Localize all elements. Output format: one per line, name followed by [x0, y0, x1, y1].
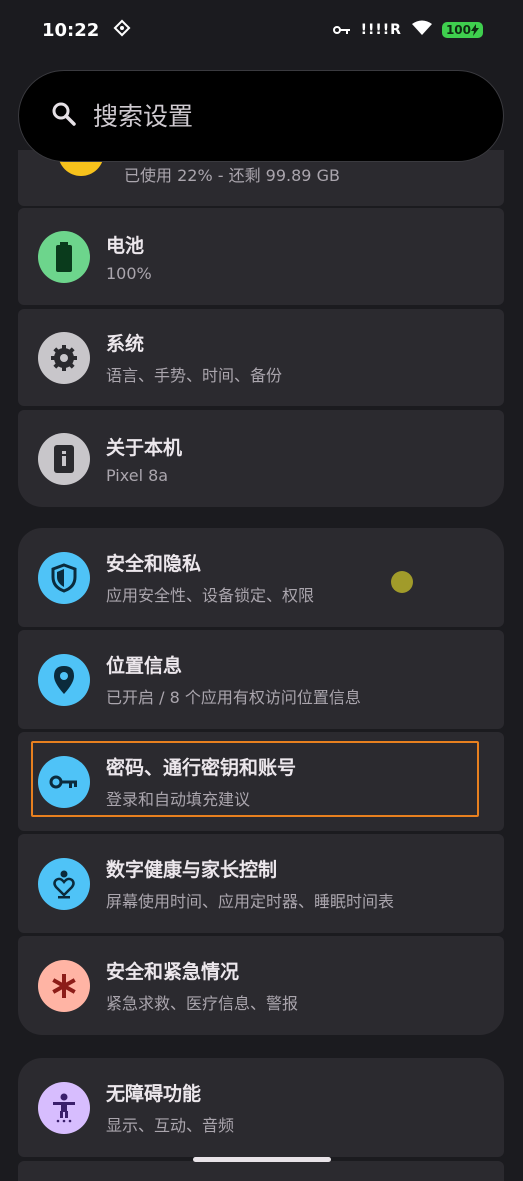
- search-input[interactable]: [91, 100, 455, 132]
- item-subtitle: 100%: [106, 263, 152, 283]
- settings-item-digital-wellbeing[interactable]: 数字健康与家长控制 屏幕使用时间、应用定时器、睡眠时间表: [18, 834, 504, 933]
- diamond-icon: [113, 19, 131, 41]
- gesture-nav-handle[interactable]: [193, 1157, 331, 1162]
- status-time: 10:22: [42, 19, 100, 41]
- item-subtitle: 语言、手势、时间、备份: [106, 366, 283, 385]
- shield-icon: [38, 551, 90, 604]
- search-icon: [51, 101, 77, 131]
- vpn-key-icon: [332, 21, 351, 40]
- item-subtitle: 紧急求救、医疗信息、警报: [106, 994, 299, 1013]
- location-pin-icon: [38, 653, 90, 706]
- item-subtitle: 已开启 / 8 个应用有权访问位置信息: [106, 688, 361, 707]
- battery-indicator: 100: [441, 22, 483, 38]
- item-title: 安全和紧急情况: [106, 961, 240, 983]
- battery-icon: [38, 230, 90, 283]
- settings-item-about-phone[interactable]: 关于本机 Pixel 8a: [18, 410, 504, 507]
- accessibility-icon: [38, 1081, 90, 1134]
- wifi-icon: [411, 20, 432, 40]
- charging-bolt-icon: [471, 24, 479, 36]
- signal-indicator: !!!!R: [360, 22, 402, 38]
- settings-item-system[interactable]: 系统 语言、手势、时间、备份: [18, 309, 504, 406]
- settings-item-accessibility[interactable]: 无障碍功能 显示、互动、音频: [18, 1058, 504, 1157]
- item-subtitle: 显示、互动、音频: [106, 1116, 235, 1135]
- status-bar: 10:22 !!!!R 100: [0, 0, 523, 60]
- settings-item-battery[interactable]: 电池 100%: [18, 208, 504, 305]
- gear-icon: [38, 331, 90, 384]
- item-title: 电池: [106, 234, 145, 257]
- item-subtitle: 屏幕使用时间、应用定时器、睡眠时间表: [106, 892, 395, 911]
- storage-subtitle: 已使用 22% - 还剩 99.89 GB: [124, 166, 340, 185]
- heart-person-icon: [38, 857, 90, 910]
- battery-level: 100: [445, 23, 471, 37]
- search-bar[interactable]: [18, 70, 504, 162]
- settings-item-safety-emergency[interactable]: 安全和紧急情况 紧急求救、医疗信息、警报: [18, 936, 504, 1035]
- asterisk-icon: [38, 959, 90, 1012]
- item-subtitle: 应用安全性、设备锁定、权限: [106, 586, 315, 605]
- selection-highlight: [31, 741, 479, 817]
- item-subtitle: Pixel 8a: [106, 465, 169, 485]
- touch-indicator: [391, 571, 413, 593]
- item-title: 无障碍功能: [106, 1083, 202, 1105]
- item-title: 安全和隐私: [106, 553, 202, 575]
- settings-item-security-privacy[interactable]: 安全和隐私 应用安全性、设备锁定、权限: [18, 528, 504, 627]
- item-title: 位置信息: [106, 655, 183, 677]
- settings-item-location[interactable]: 位置信息 已开启 / 8 个应用有权访问位置信息: [18, 630, 504, 729]
- phone-info-icon: [38, 432, 90, 485]
- item-title: 关于本机: [106, 436, 183, 459]
- item-title: 数字健康与家长控制: [106, 859, 278, 881]
- settings-item-next-partial[interactable]: [18, 1161, 504, 1181]
- item-title: 系统: [106, 333, 145, 355]
